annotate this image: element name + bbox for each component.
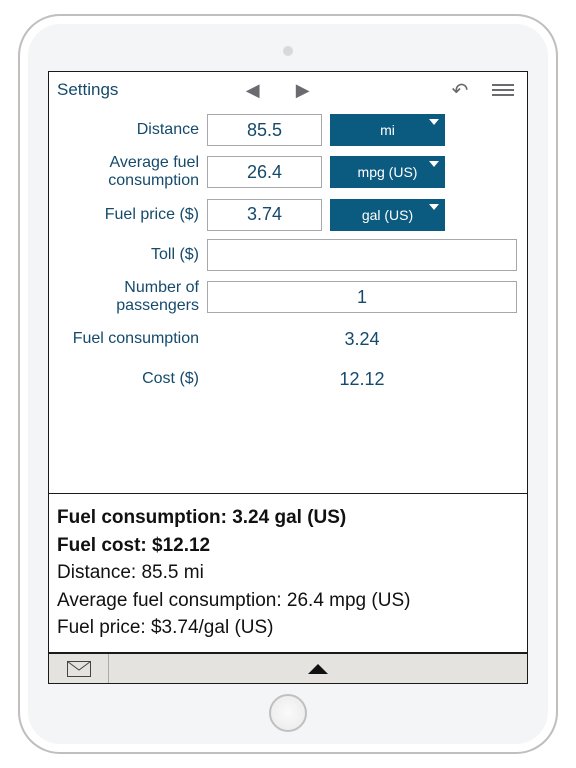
row-toll: Toll ($) — [59, 239, 517, 271]
row-price: Fuel price ($) 3.74 gal (US) — [59, 199, 517, 231]
app-screen: Settings ◀ ▶ ↶ Distance 85.5 mi Average … — [48, 71, 528, 684]
toll-input[interactable] — [207, 239, 517, 271]
summary-avg: Average fuel consumption: 26.4 mpg (US) — [57, 587, 519, 615]
distance-label: Distance — [59, 121, 199, 139]
device-frame: Settings ◀ ▶ ↶ Distance 85.5 mi Average … — [18, 14, 558, 754]
summary-panel: Fuel consumption: 3.24 gal (US) Fuel cos… — [49, 493, 527, 653]
toll-label: Toll ($) — [59, 246, 199, 264]
row-passengers: Number of passengers 1 — [59, 279, 517, 316]
summary-cost: Fuel cost: $12.12 — [57, 532, 519, 560]
device-home-button[interactable] — [269, 694, 307, 732]
distance-unit-select[interactable]: mi — [330, 114, 445, 146]
avg-label: Average fuel consumption — [59, 154, 199, 191]
fuelcons-label: Fuel consumption — [59, 330, 199, 348]
menu-icon[interactable] — [487, 84, 519, 96]
summary-price: Fuel price: $3.74/gal (US) — [57, 614, 519, 642]
summary-fuelcons: Fuel consumption: 3.24 gal (US) — [57, 504, 519, 532]
prev-arrow-icon[interactable]: ◀ — [230, 80, 276, 101]
fuelcons-output: 3.24 — [207, 324, 517, 356]
row-cost: Cost ($) 12.12 — [59, 364, 517, 396]
row-distance: Distance 85.5 mi — [59, 114, 517, 146]
undo-icon[interactable]: ↶ — [437, 78, 483, 103]
distance-input[interactable]: 85.5 — [207, 114, 322, 146]
passengers-label: Number of passengers — [59, 279, 199, 316]
passengers-input[interactable]: 1 — [207, 281, 517, 313]
mail-button[interactable] — [49, 654, 109, 683]
avg-input[interactable]: 26.4 — [207, 156, 322, 188]
form-area: Distance 85.5 mi Average fuel consumptio… — [49, 108, 527, 414]
next-arrow-icon[interactable]: ▶ — [280, 80, 326, 101]
summary-distance: Distance: 85.5 mi — [57, 559, 519, 587]
chevron-up-icon — [308, 664, 328, 674]
top-bar: Settings ◀ ▶ ↶ — [49, 72, 527, 108]
avg-unit-select[interactable]: mpg (US) — [330, 156, 445, 188]
row-avg: Average fuel consumption 26.4 mpg (US) — [59, 154, 517, 191]
device-camera — [283, 46, 293, 56]
price-label: Fuel price ($) — [59, 206, 199, 224]
price-unit-select[interactable]: gal (US) — [330, 199, 445, 231]
price-input[interactable]: 3.74 — [207, 199, 322, 231]
cost-output: 12.12 — [207, 364, 517, 396]
mail-icon — [67, 661, 91, 677]
cost-label: Cost ($) — [59, 370, 199, 388]
bottom-bar — [49, 653, 527, 683]
expand-button[interactable] — [109, 664, 527, 674]
settings-link[interactable]: Settings — [57, 80, 118, 100]
row-fuelcons: Fuel consumption 3.24 — [59, 324, 517, 356]
